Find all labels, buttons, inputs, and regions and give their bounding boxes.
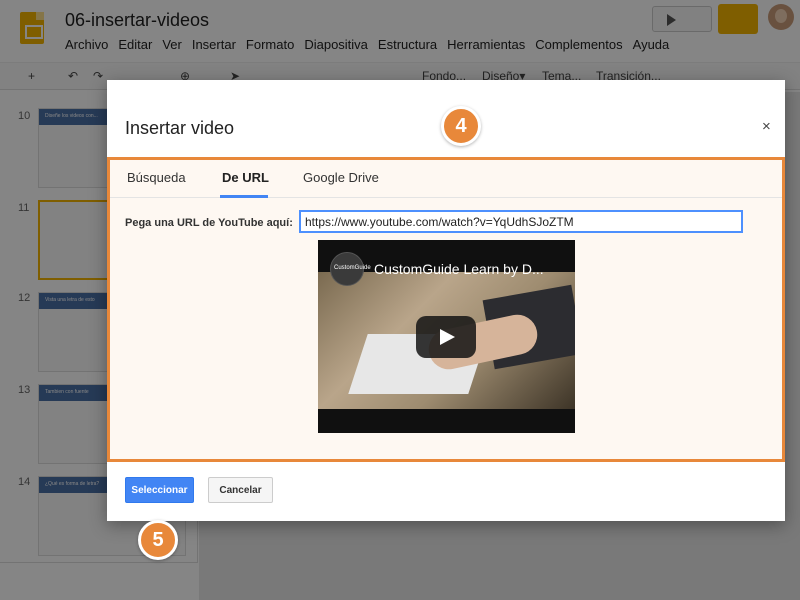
cancel-button[interactable]: Cancelar — [208, 477, 273, 503]
tab-busqueda[interactable]: Búsqueda — [127, 170, 186, 185]
dialog-title: Insertar video — [125, 118, 235, 138]
dialog-content-highlight: Búsqueda De URL Google Drive Pega una UR… — [107, 157, 785, 462]
step-4-badge: 4 — [441, 106, 481, 146]
channel-logo[interactable]: CustomGuide — [330, 252, 371, 286]
step-5-badge: 5 — [138, 520, 178, 560]
play-icon — [440, 329, 455, 345]
active-tab-indicator — [220, 195, 268, 198]
video-preview[interactable]: CustomGuide CustomGuide Learn by D... — [318, 240, 575, 433]
insert-video-dialog: Insertar video × Búsqueda De URL Google … — [107, 80, 785, 560]
select-button[interactable]: Seleccionar — [125, 477, 194, 503]
url-input[interactable] — [299, 210, 743, 233]
url-label: Pega una URL de YouTube aquí: — [125, 217, 293, 229]
close-icon[interactable]: × — [762, 118, 771, 135]
tab-google-drive[interactable]: Google Drive — [303, 170, 379, 185]
play-button[interactable] — [416, 316, 476, 358]
tab-de-url[interactable]: De URL — [222, 170, 269, 185]
video-title[interactable]: CustomGuide Learn by D... — [374, 261, 544, 277]
tab-bar: Búsqueda De URL Google Drive — [110, 160, 782, 198]
channel-logo-text: CustomGuide — [334, 265, 371, 271]
